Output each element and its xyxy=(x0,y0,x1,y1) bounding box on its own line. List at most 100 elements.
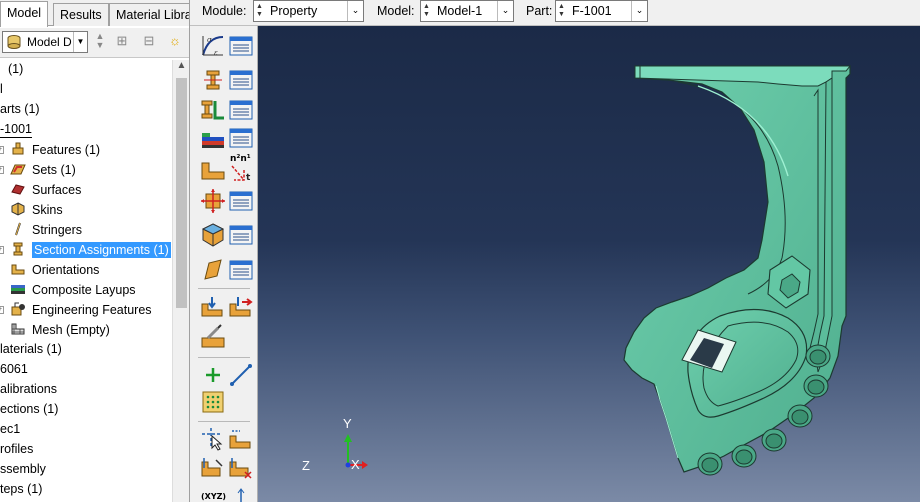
expand-tree-icon[interactable]: ⊟ xyxy=(140,33,158,51)
create-set-orientation-icon[interactable]: n²n¹ t xyxy=(228,154,256,184)
section-manager-icon[interactable] xyxy=(228,67,254,93)
query-icon[interactable] xyxy=(200,426,226,452)
tree-node-parts[interactable]: arts (1) xyxy=(0,100,40,119)
tree-node-sections[interactable]: ections (1) xyxy=(0,400,58,419)
tree-node-label: rofiles xyxy=(0,442,34,456)
expand-icon[interactable]: + xyxy=(0,166,4,174)
tree-node-label: Features (1) xyxy=(32,143,101,157)
tab-results[interactable]: Results xyxy=(53,3,109,26)
create-material-icon[interactable]: σε xyxy=(200,33,226,59)
spinner-arrows-icon[interactable]: ▲ ▼ xyxy=(91,32,109,50)
part-select[interactable]: ▲ ▼ F-1001 ⌄ xyxy=(555,0,648,22)
assign-material-orientation-icon[interactable] xyxy=(200,157,226,183)
expand-icon[interactable]: + xyxy=(0,246,4,254)
tree-node-profiles[interactable]: rofiles xyxy=(0,440,33,459)
tree-node-stringers[interactable]: Stringers xyxy=(10,220,82,239)
tree-node-mesh[interactable]: Mesh (Empty) xyxy=(10,320,110,339)
tree-node-label: ections (1) xyxy=(0,402,59,416)
tree-node-model[interactable]: (1) xyxy=(8,60,23,79)
spinner-arrows-icon[interactable]: ▲ ▼ xyxy=(423,3,430,19)
orientations-icon xyxy=(11,264,25,275)
create-section-icon[interactable] xyxy=(200,67,226,93)
tree-node-label: 6061 xyxy=(0,362,28,376)
partition-icon[interactable] xyxy=(200,324,226,350)
part-select-value: F-1001 xyxy=(572,4,612,18)
expand-icon[interactable]: + xyxy=(0,306,4,314)
skin-manager-icon[interactable] xyxy=(228,222,254,248)
engineering-features-icon xyxy=(11,302,25,316)
tree-node-material-6061[interactable]: 6061 xyxy=(0,360,28,379)
tab-model[interactable]: Model xyxy=(0,1,49,27)
create-datum-point-icon[interactable] xyxy=(200,362,226,388)
model-database-select[interactable]: Model D ▼ xyxy=(2,31,88,53)
tree-node-steps[interactable]: teps (1) xyxy=(0,480,42,499)
tree-tabs: Model Results Material Libra xyxy=(0,0,189,27)
create-datum-csys-icon[interactable]: (XYZ) xyxy=(201,492,226,501)
viewport[interactable]: Y X Z xyxy=(258,26,920,502)
create-stringer-icon[interactable] xyxy=(200,257,226,283)
svg-text:σ: σ xyxy=(207,36,212,44)
tree-node-label: l xyxy=(0,82,3,96)
database-icon xyxy=(7,35,21,49)
section-assignment-manager-icon[interactable] xyxy=(228,97,254,123)
tree-node-composite-layups[interactable]: Composite Layups xyxy=(10,280,136,299)
create-composite-layup-icon[interactable] xyxy=(200,125,226,151)
tree-node-section-assignments[interactable]: Section Assignments (1) xyxy=(10,240,171,259)
composite-layups-icon xyxy=(11,285,25,294)
scrollbar-thumb[interactable] xyxy=(176,78,187,308)
composite-layup-manager-icon[interactable] xyxy=(228,125,254,151)
tree-node-assembly[interactable]: ssembly xyxy=(0,460,46,479)
collapse-tree-icon[interactable]: ⊞ xyxy=(113,33,131,51)
tree-node-label: Orientations xyxy=(32,263,100,277)
tree-node-orientations[interactable]: Orientations xyxy=(10,260,99,279)
tree-toolbar: Model D ▼ ▲ ▼ ⊞ ⊟ ☼ xyxy=(0,28,189,58)
create-datum-plane-icon[interactable] xyxy=(200,389,226,415)
tree-node-label: ssembly xyxy=(0,462,46,476)
scroll-up-icon[interactable]: ▲ xyxy=(173,60,189,76)
tree-node-surfaces[interactable]: Surfaces xyxy=(10,180,81,199)
special-manager-icon[interactable] xyxy=(228,294,254,320)
module-select[interactable]: ▲ ▼ Property ⌄ xyxy=(253,0,364,22)
create-datum-axis-icon[interactable] xyxy=(228,362,254,388)
tree-scrollbar[interactable]: ▲ xyxy=(172,60,189,502)
expand-icon[interactable]: + xyxy=(0,146,4,154)
tree-node-calibrations[interactable]: alibrations xyxy=(0,380,57,399)
tree-node-engineering-features[interactable]: Engineering Features xyxy=(10,300,152,319)
lightbulb-icon[interactable]: ☼ xyxy=(166,33,184,51)
tree-node-sets[interactable]: Sets (1) xyxy=(10,160,76,179)
toolbox-separator xyxy=(198,421,250,422)
special-create-icon[interactable] xyxy=(200,294,226,320)
create-skin-icon[interactable] xyxy=(200,222,226,248)
tree-node-label: laterials (1) xyxy=(0,342,62,356)
chevron-down-icon: ⌄ xyxy=(347,1,363,21)
view-triad: Y X Z xyxy=(298,416,368,476)
spinner-arrows-icon[interactable]: ▲ ▼ xyxy=(558,3,565,19)
svg-text:ε: ε xyxy=(214,49,218,57)
tree-node-section-sec1[interactable]: ec1 xyxy=(0,420,20,439)
module-label: Module: xyxy=(202,4,247,18)
inertia-manager-icon[interactable] xyxy=(228,188,254,214)
tree-node-l[interactable]: l xyxy=(0,80,3,99)
create-display-group-icon[interactable] xyxy=(228,426,254,452)
create-inertia-icon[interactable] xyxy=(200,188,226,214)
tree-node-label: arts (1) xyxy=(0,102,40,116)
stringer-manager-icon[interactable] xyxy=(228,257,254,283)
assign-section-icon[interactable] xyxy=(200,97,226,123)
datum-axis-arrow-icon[interactable] xyxy=(228,488,254,502)
tree-node-features[interactable]: Features (1) xyxy=(10,140,100,159)
remove-selected-icon[interactable] xyxy=(228,454,254,480)
spinner-arrows-icon[interactable]: ▲ ▼ xyxy=(256,3,263,19)
tree-node-label: Mesh (Empty) xyxy=(32,323,110,337)
mesh-icon xyxy=(11,323,25,335)
replace-selected-icon[interactable] xyxy=(200,454,226,480)
tree-node-part-f1001[interactable]: -1001 xyxy=(0,120,32,138)
tree-node-skins[interactable]: Skins xyxy=(10,200,63,219)
tree-node-label: Composite Layups xyxy=(32,283,136,297)
material-manager-icon[interactable] xyxy=(228,33,254,59)
module-select-value: Property xyxy=(270,4,318,18)
svg-text:t: t xyxy=(246,173,251,183)
tree-node-materials[interactable]: laterials (1) xyxy=(0,340,62,359)
model-select[interactable]: ▲ ▼ Model-1 ⌄ xyxy=(420,0,514,22)
tab-material-library[interactable]: Material Libra xyxy=(109,3,189,26)
triad-z-label: Z xyxy=(302,458,310,473)
